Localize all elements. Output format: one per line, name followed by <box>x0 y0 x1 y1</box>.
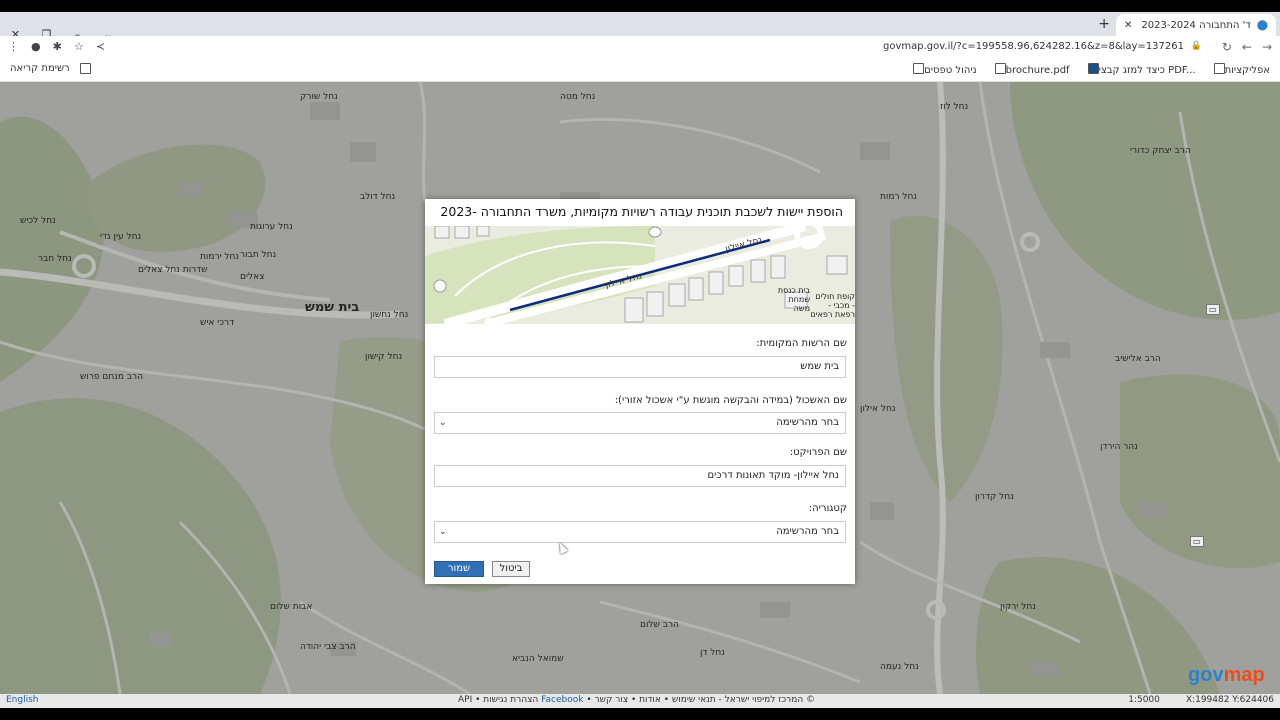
share-icon[interactable]: ≺ <box>96 40 105 53</box>
url-field[interactable]: govmap.gov.il/?c=199558.96,624282.16&z=8… <box>883 41 1184 52</box>
monitor-icon <box>1087 63 1099 74</box>
govmap-favicon-icon: ⬤ <box>1256 19 1268 31</box>
bookmark-apps[interactable]: אפליקציות <box>1210 63 1270 76</box>
bookmark-pdf-merge[interactable]: כיצד למזג קבצי PDF... <box>1084 63 1196 76</box>
bookmark-brochure[interactable]: brochure.pdf <box>991 63 1070 76</box>
save-button[interactable]: שמור <box>434 561 484 577</box>
bookmark-star-icon[interactable]: ☆ <box>74 40 84 53</box>
scale-readout: 1:5000 <box>1128 695 1160 705</box>
status-bar: English © המרכז למיפוי ישראל - תנאי שימו… <box>0 694 1280 708</box>
cluster-select-value: בחר מהרשימה <box>776 417 839 428</box>
browser-actions: ⋮ ● ✱ ☆ ≺ <box>8 40 105 53</box>
refresh-icon[interactable]: ↻ <box>1222 40 1232 54</box>
add-entity-dialog: הוספת יישות לשכבת תוכנית עבודה רשויות מק… <box>425 199 855 584</box>
road-sign-icon: ▭ <box>1206 304 1220 315</box>
new-tab-icon[interactable]: + <box>1098 16 1110 32</box>
chevron-down-icon: ⌄ <box>439 527 447 537</box>
dialog-map-poi-label: קופת חולים - מכבי - רפאת רפאים <box>810 292 855 319</box>
footer-links: © המרכז למיפוי ישראל - תנאי שימוש • אודו… <box>458 695 815 705</box>
lock-icon: 🔒 <box>1190 41 1202 51</box>
dialog-map-poi-label: בית כנסת שמחת משה <box>777 286 810 313</box>
cluster-select[interactable]: בחר מהרשימה ⌄ <box>434 412 846 434</box>
project-label: שם הפרויקט: <box>789 447 847 458</box>
tab-title: ד' התחבורה 2023-2024 Govmap <box>1138 19 1251 31</box>
tab-bar: ⬤ ד' התחבורה 2023-2024 Govmap ✕ + ✕ ❐ – … <box>0 12 1280 41</box>
project-input[interactable]: נחל איילון- מוקד תאונות דרכים <box>434 465 846 487</box>
dialog-map-preview: נחל איילון נחל איילון בית כנסת שמחת משה … <box>425 226 855 324</box>
apps-grid-icon <box>1213 63 1225 74</box>
back-icon[interactable]: → <box>1262 40 1272 54</box>
top-strip <box>0 0 1280 12</box>
doc-icon <box>913 63 925 74</box>
menu-icon[interactable]: ⋮ <box>8 40 19 53</box>
browser-tab[interactable]: ⬤ ד' התחבורה 2023-2024 Govmap ✕ <box>1116 14 1276 36</box>
facebook-link[interactable]: Facebook <box>541 695 583 705</box>
reading-list-icon <box>79 63 91 74</box>
bookmarks-bar: אפליקציות כיצד למזג קבצי PDF... brochure… <box>0 60 1280 82</box>
govmap-logo: govmap <box>1188 664 1265 686</box>
file-icon <box>994 63 1006 74</box>
address-bar: ↻ ← → 🔒 govmap.gov.il/?c=199558.96,62428… <box>0 36 1280 60</box>
bottom-strip <box>0 708 1280 720</box>
category-select-value: בחר מהרשימה <box>776 526 839 537</box>
extensions-icon[interactable]: ✱ <box>53 40 62 53</box>
reading-list[interactable]: רשימת קריאה <box>10 63 91 74</box>
map-info: 1:5000 X:199482 Y:624406 <box>1128 695 1274 705</box>
close-tab-icon[interactable]: ✕ <box>1124 20 1132 31</box>
cluster-label: שם האשכול (במידה והבקשה מוגשת ע"י אשכול … <box>614 395 847 406</box>
english-link[interactable]: English <box>6 695 39 705</box>
coords-readout: X:199482 Y:624406 <box>1185 695 1274 705</box>
nav-buttons: ↻ ← → <box>1222 40 1272 54</box>
cancel-button[interactable]: ביטול <box>492 561 530 577</box>
footer-api-text[interactable]: הצהרת נגישות • API <box>458 695 538 705</box>
dialog-title: הוספת יישות לשכבת תוכנית עבודה רשויות מק… <box>440 204 843 219</box>
footer-text[interactable]: © המרכז למיפוי ישראל - תנאי שימוש • אודו… <box>586 695 815 705</box>
authority-input[interactable]: בית שמש <box>434 356 846 378</box>
chevron-down-icon: ⌄ <box>439 418 447 428</box>
bookmark-forms[interactable]: ניהול טפסים <box>909 63 977 76</box>
road-sign-icon: ▭ <box>1190 536 1204 547</box>
category-label: קטגוריה: <box>808 503 847 514</box>
forward-icon[interactable]: ← <box>1242 40 1252 54</box>
authority-label: שם הרשות המקומית: <box>756 338 847 349</box>
category-select[interactable]: בחר מהרשימה ⌄ <box>434 521 846 543</box>
profile-icon[interactable]: ● <box>31 40 41 53</box>
